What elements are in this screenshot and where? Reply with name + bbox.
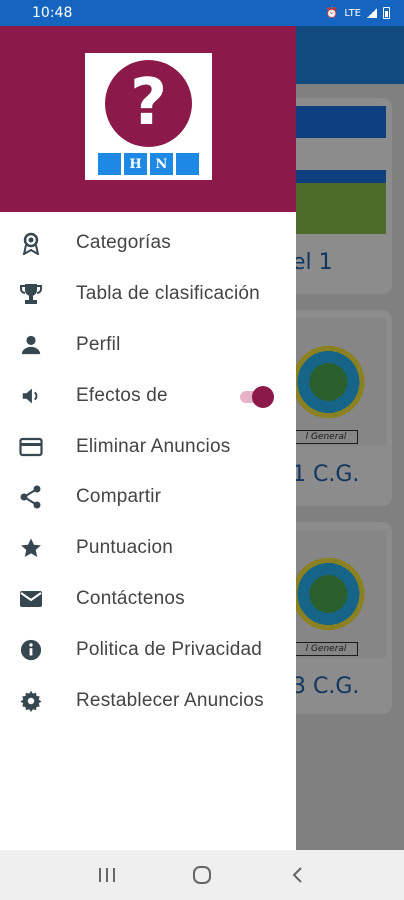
signal-icon (367, 8, 377, 18)
mail-icon (19, 587, 43, 611)
menu-item-label: Eliminar Anuncios (76, 435, 231, 457)
home-icon (192, 866, 211, 884)
volume-icon (19, 384, 43, 408)
back-button[interactable] (277, 855, 317, 895)
logo-letter-h: H (124, 153, 147, 175)
settings-icon (19, 689, 43, 713)
status-icons: ⏰ LTE (326, 7, 390, 19)
network-label: LTE (344, 7, 361, 19)
alarm-icon: ⏰ (325, 7, 339, 19)
trophy-icon (19, 282, 43, 306)
logo-letter-bar: H N (98, 153, 199, 175)
question-mark-icon: ? (105, 60, 192, 147)
menu-item-label: Restablecer Anuncios (76, 689, 264, 711)
menu-item-restablecer-anuncios[interactable]: Restablecer Anuncios (0, 675, 296, 726)
menu-item-perfil[interactable]: Perfil (0, 320, 296, 371)
share-icon (19, 485, 43, 509)
person-icon (19, 333, 43, 357)
battery-icon (383, 7, 390, 19)
menu-item-label: Perfil (76, 333, 121, 355)
back-icon (292, 867, 302, 883)
menu-item-contactenos[interactable]: Contáctenos (0, 574, 296, 625)
home-button[interactable] (182, 855, 222, 895)
drawer-header: ? H N (0, 26, 296, 212)
menu-item-puntuacion[interactable]: Puntuacion (0, 523, 296, 574)
logo-block (98, 153, 121, 175)
menu-item-tabla-de-clasificacion[interactable]: Tabla de clasificación (0, 269, 296, 320)
system-nav-bar (0, 850, 404, 900)
recent-apps-icon (99, 868, 116, 882)
info-icon (19, 638, 43, 662)
menu-item-label: Puntuacion (76, 537, 174, 559)
star-icon (19, 536, 43, 560)
logo-block (176, 153, 199, 175)
menu-item-compartir[interactable]: Compartir (0, 472, 296, 523)
menu-item-categorias[interactable]: Categorías (0, 218, 296, 269)
menu-item-politica-de-privacidad[interactable]: Politica de Privacidad (0, 624, 296, 675)
clock: 10:48 (32, 5, 73, 21)
menu-item-efectos-de-sonido[interactable]: Efectos de (0, 370, 296, 421)
menu-item-label: Contáctenos (76, 587, 185, 609)
menu-item-label: Efectos de (76, 384, 168, 406)
status-bar: 10:48 ⏰ LTE (0, 0, 404, 26)
app-logo: ? H N (85, 53, 212, 180)
recent-apps-button[interactable] (87, 855, 127, 895)
menu-item-label: Tabla de clasificación (76, 283, 260, 305)
logo-letter-n: N (150, 153, 173, 175)
award-icon (19, 231, 43, 256)
menu-item-eliminar-anuncios[interactable]: Eliminar Anuncios (0, 421, 296, 472)
credit-card-icon (19, 435, 43, 459)
drawer-menu: Categorías Tabla de clasificación Perfil… (0, 212, 296, 726)
menu-item-label: Compartir (76, 486, 162, 508)
navigation-drawer: ? H N Categorías Tabla de clasificación (0, 26, 296, 850)
sound-effects-toggle[interactable] (240, 385, 274, 408)
toggle-thumb (252, 385, 274, 408)
menu-item-label: Categorías (76, 232, 171, 254)
menu-item-label: Politica de Privacidad (76, 638, 263, 660)
